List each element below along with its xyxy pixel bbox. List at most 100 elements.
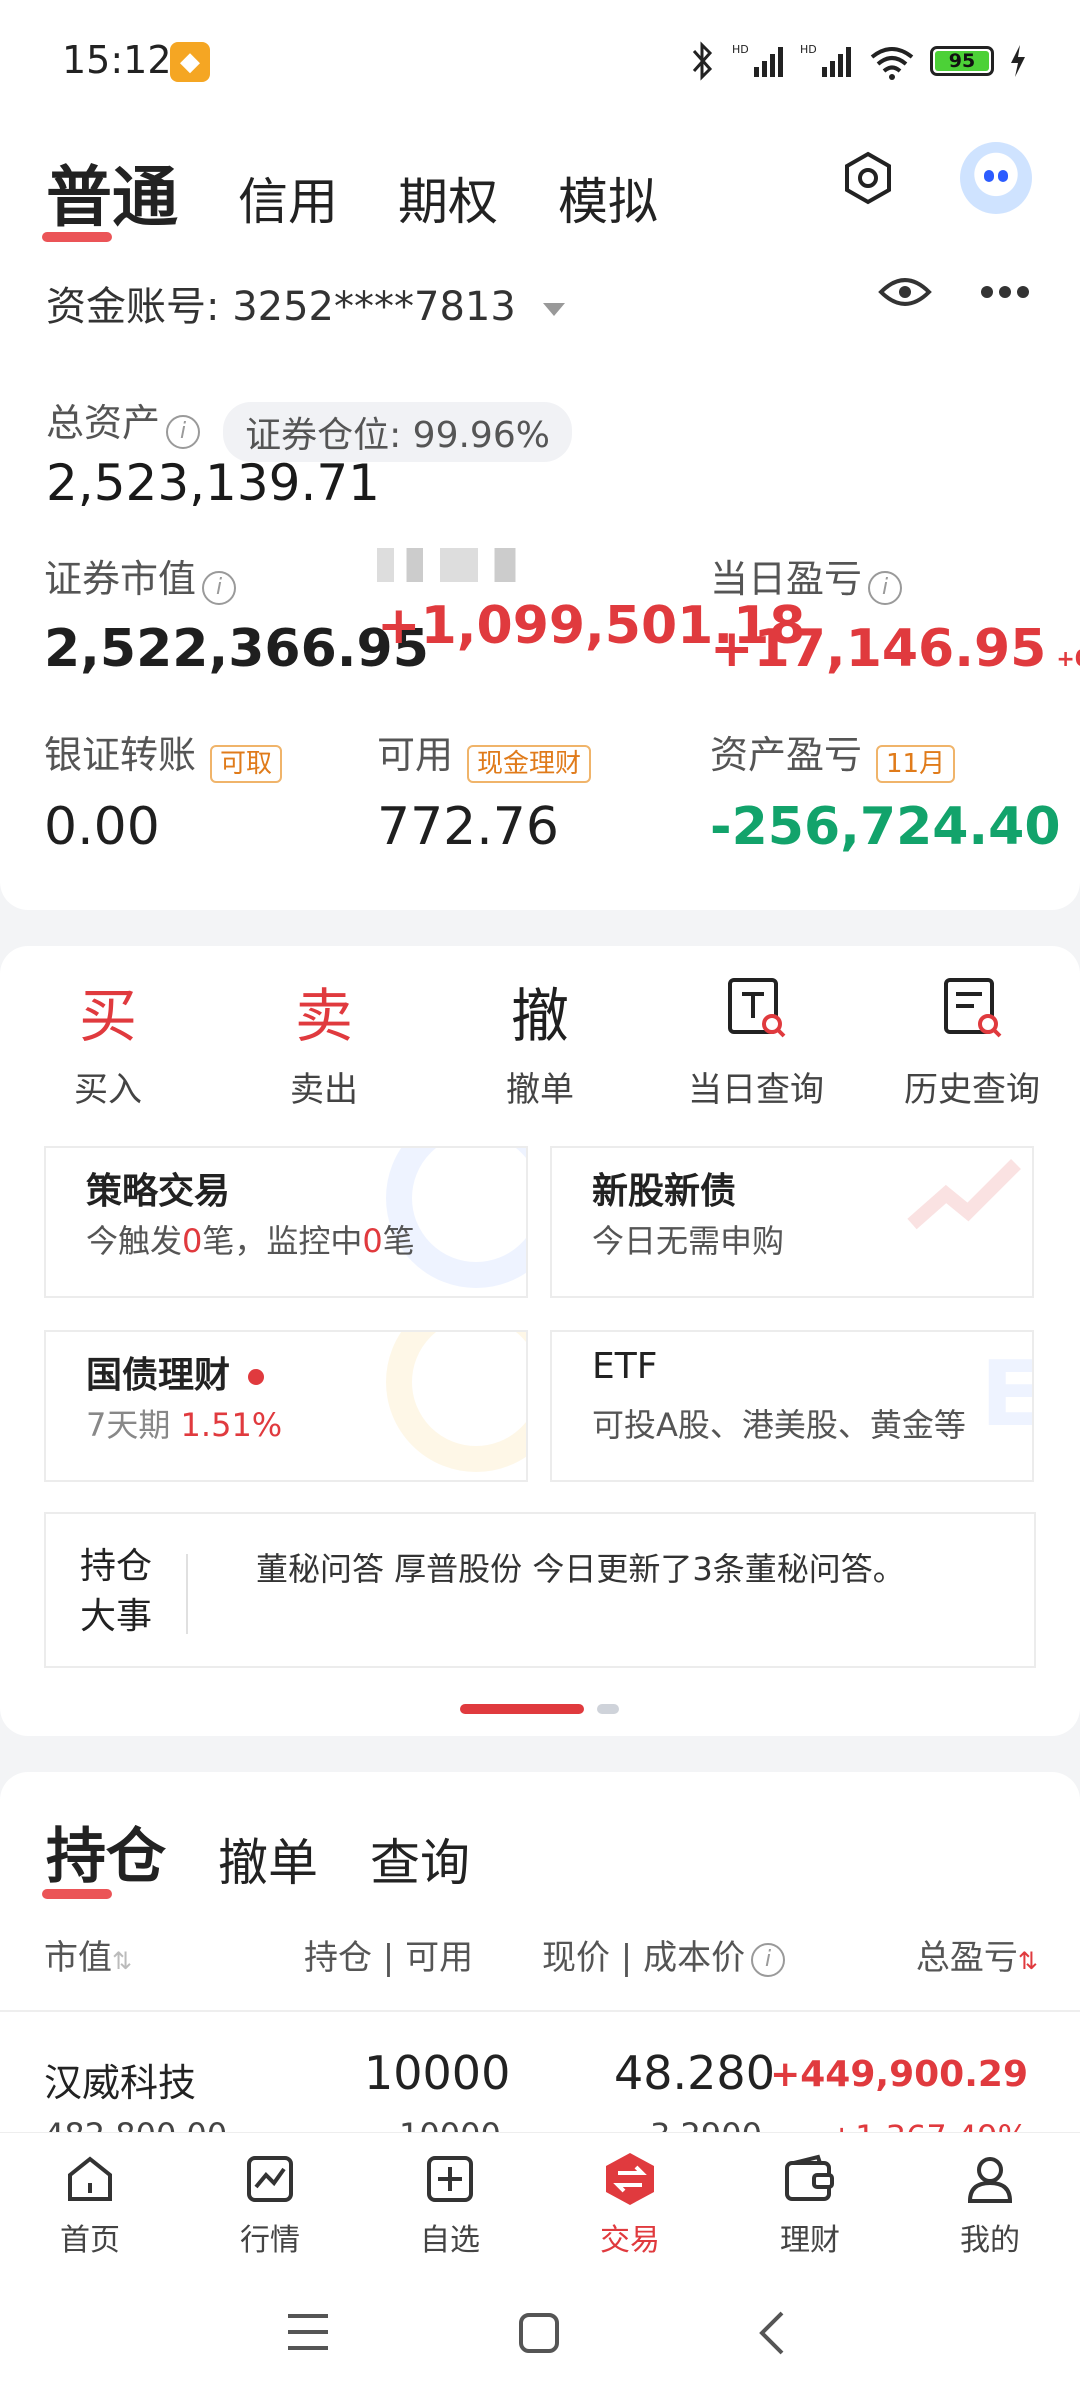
market-value-cell: 证券市值 i 2,522,366.95: [44, 548, 429, 679]
day-pnl-value: +17,146.95: [710, 618, 1047, 679]
asset-pnl-value: -256,724.40: [710, 796, 1061, 857]
nav-home-label: 首页: [60, 2223, 120, 2258]
page-dot-active: [460, 1703, 584, 1714]
available-cell[interactable]: 可用 现金理财 772.76: [377, 724, 710, 857]
home-square-icon[interactable]: [518, 2312, 560, 2354]
more-icon[interactable]: [980, 285, 1030, 299]
total-assets-row: 总资产 i 证券仓位: 99.96%: [46, 392, 572, 462]
buy-label: 买入: [74, 1070, 142, 1110]
nav-profile[interactable]: 我的: [900, 2133, 1080, 2268]
nav-trade[interactable]: 交易: [540, 2133, 720, 2268]
nav-market-label: 行情: [240, 2223, 300, 2258]
tab-simulation[interactable]: 模拟: [558, 162, 658, 248]
market-value-header[interactable]: 市值⇅: [44, 1930, 132, 1979]
red-dot-icon: [248, 1369, 265, 1385]
trend-up-icon: [907, 1159, 1021, 1230]
ipo-tile[interactable]: 新股新债 今日无需申购: [550, 1146, 1034, 1298]
cancel-order-button[interactable]: 撤 撤单: [432, 976, 648, 1111]
today-query-button[interactable]: 当日查询: [648, 976, 864, 1111]
nav-watchlist[interactable]: 自选: [360, 2133, 540, 2268]
strategy-trading-tile[interactable]: 策略交易 今触发0笔，监控中0笔: [44, 1146, 528, 1298]
available-label: 可用: [377, 733, 454, 777]
strategy-text-e: 笔: [382, 1222, 415, 1260]
tab-holdings[interactable]: 持仓: [42, 1808, 166, 1901]
month-tag: 11月: [876, 744, 956, 783]
battery-level: 95: [935, 51, 989, 71]
transfer-label: 银证转账: [44, 733, 197, 777]
asset-pnl-cell[interactable]: 资产盈亏 11月 -256,724.40: [710, 724, 1061, 857]
status-bar: 15:12 ◆ HD HD 95: [0, 0, 1080, 120]
ipo-title: 新股新债: [592, 1171, 737, 1212]
account-selector[interactable]: 资金账号: 3252****7813: [46, 274, 565, 332]
holdings-news-tag: 持仓大事: [80, 1546, 153, 1637]
bluetooth-icon: [692, 41, 713, 81]
strategy-trading-title: 策略交易: [86, 1171, 231, 1212]
buy-button[interactable]: 买 买入: [0, 976, 216, 1111]
nav-wealth[interactable]: 理财: [720, 2133, 900, 2268]
strategy-trading-subtitle: 今触发0笔，监控中0笔: [86, 1216, 415, 1262]
etf-tile[interactable]: E ETF 可投A股、港美股、黄金等: [550, 1330, 1034, 1482]
stock-name: 汉威科技: [44, 2061, 197, 2105]
transfer-tag: 可取: [210, 744, 283, 783]
sell-button[interactable]: 卖 卖出: [216, 976, 432, 1111]
info-icon[interactable]: i: [868, 570, 903, 605]
nav-home[interactable]: 首页: [0, 2133, 180, 2268]
hold-header: 持仓 | 可用: [304, 1938, 474, 1978]
etf-subtitle: 可投A股、港美股、黄金等: [592, 1406, 966, 1444]
sell-icon: 卖: [294, 982, 353, 1050]
day-pnl-label: 当日盈亏: [710, 557, 863, 601]
cancel-order-label: 撤单: [506, 1070, 574, 1110]
monitoring-count: 0: [362, 1222, 383, 1260]
transfer-cell[interactable]: 银证转账 可取 0.00: [44, 724, 377, 857]
menu-icon[interactable]: [286, 2312, 330, 2352]
cancel-order-icon: 撤: [510, 982, 569, 1050]
status-time: 15:12: [62, 38, 172, 82]
carousel-indicator: [460, 1698, 620, 1717]
day-pnl-value-row: +17,146.95 +0.68%: [710, 618, 1080, 679]
sort-icon: ⇅: [112, 1947, 133, 1975]
total-pnl-header[interactable]: 总盈亏⇅: [916, 1930, 1038, 1979]
history-query-label: 历史查询: [904, 1070, 1040, 1110]
app-notification-icon: ◆: [170, 42, 210, 82]
account-number: 3252****7813: [232, 284, 516, 330]
decorative-circle: [386, 1332, 526, 1472]
info-icon[interactable]: i: [202, 570, 237, 605]
tab-query[interactable]: 查询: [370, 1823, 470, 1901]
treasury-tile[interactable]: 国债理财 7天期 1.51%: [44, 1330, 528, 1482]
top-right-icons: [840, 142, 1032, 214]
treasury-rate: 1.51%: [180, 1406, 283, 1444]
tab-options[interactable]: 期权: [398, 162, 498, 248]
back-icon[interactable]: [756, 2310, 786, 2356]
market-value: 2,522,366.95: [44, 618, 429, 679]
history-query-button[interactable]: 历史查询: [864, 976, 1080, 1111]
ipo-subtitle: 今日无需申购: [592, 1222, 785, 1260]
assistant-robot-icon[interactable]: [960, 142, 1032, 214]
tab-credit[interactable]: 信用: [238, 162, 338, 248]
eye-icon[interactable]: [878, 272, 932, 312]
divider: [186, 1554, 188, 1634]
tab-cancel[interactable]: 撤单: [218, 1823, 318, 1901]
settings-icon[interactable]: [840, 150, 896, 206]
chart-icon: [180, 2147, 360, 2211]
account-summary-card: 普通 信用 期权 模拟 资金账号: 3252****7813 总资产 i 证券仓位…: [0, 120, 1080, 910]
account-type-tabs: 普通 信用 期权 模拟: [42, 138, 718, 248]
info-icon[interactable]: i: [751, 1942, 786, 1977]
info-icon[interactable]: i: [166, 414, 201, 449]
wifi-icon: [870, 47, 914, 80]
tab-normal[interactable]: 普通: [42, 144, 178, 248]
chevron-down-icon: [542, 302, 565, 316]
sell-label: 卖出: [290, 1070, 358, 1110]
account-icons: [878, 272, 1030, 312]
holdings-news-text: 董秘问答 厚普股份 今日更新了3条董秘问答。: [256, 1550, 905, 1588]
total-assets-value: 2,523,139.71: [46, 454, 380, 512]
strategy-text-a: 今触发: [86, 1222, 183, 1260]
history-query-icon: [864, 976, 1080, 1056]
term-label: 7天期: [86, 1406, 171, 1444]
summary-row-1: 证券市值 i 2,522,366.95 +1,099,501.18 当日盈亏 i +…: [44, 548, 1080, 679]
nav-market[interactable]: 行情: [180, 2133, 360, 2268]
price-header: 现价 | 成本价: [542, 1938, 746, 1978]
holdings-news-banner[interactable]: 持仓大事 董秘问答 厚普股份 今日更新了3条董秘问答。: [44, 1512, 1036, 1668]
today-query-icon: [648, 976, 864, 1056]
total-assets-label: 总资产: [46, 401, 161, 445]
positions-header: 市值⇅ 持仓 | 可用 现价 | 成本价 i 总盈亏⇅: [44, 1930, 1038, 1990]
